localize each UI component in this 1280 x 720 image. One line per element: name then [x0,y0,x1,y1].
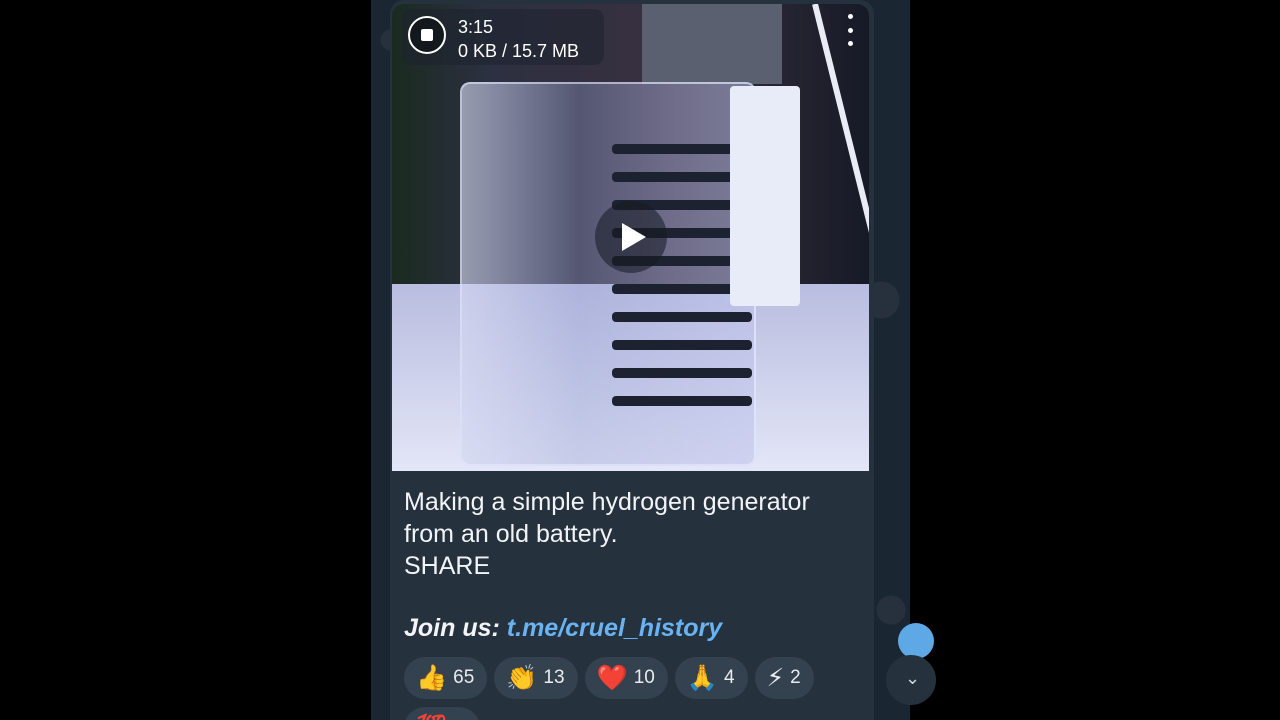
electrode-plate [612,368,752,378]
stop-download-icon[interactable] [408,16,446,54]
reaction-clap[interactable]: 👏 13 [494,657,578,699]
channel-link[interactable]: t.me/cruel_history [507,614,722,642]
video-frame-glass [460,82,756,466]
reaction-pray[interactable]: 🙏 4 [674,657,748,699]
thumbs-up-icon: 👍 [416,663,448,692]
video-frame-object [642,4,782,84]
video-frame-battery-holder [730,86,800,306]
caption-line: SHARE [404,552,491,580]
reaction-thumbs-up[interactable]: 👍 65 [404,657,488,699]
video-status-text: 3:15 0 KB / 15.7 MB [458,15,579,63]
reaction-count: 65 [453,667,475,688]
play-button[interactable] [595,201,667,273]
video-player[interactable]: 3:15 0 KB / 15.7 MB [392,4,869,471]
clap-icon: 👏 [506,663,538,692]
caption-line: Making a simple hydrogen generator [404,488,810,516]
electrode-plate [612,396,752,406]
join-label: Join us: [404,614,500,642]
more-options-icon[interactable] [845,14,855,46]
join-line: Join us: t.me/cruel_history [404,612,722,644]
reaction-count: 10 [633,667,655,688]
reactions-row: 👍 65 👏 13 ❤️ 10 🙏 4 ⚡ 2 [404,657,814,699]
phone-screen: 3:15 0 KB / 15.7 MB Making a simple hydr… [371,0,910,720]
heart-icon: ❤️ [596,663,628,692]
video-download-progress: 0 KB / 15.7 MB [458,41,580,61]
reaction-count: 13 [543,667,565,688]
reaction-lightning[interactable]: ⚡ 2 [754,657,814,699]
mention-indicator[interactable] [898,623,934,659]
electrode-plate [612,340,752,350]
hundred-icon: 💯 [416,714,447,720]
video-status-pill: 3:15 0 KB / 15.7 MB [402,9,604,65]
lightning-icon: ⚡ [766,664,785,692]
chevron-down-icon: ⌄ [905,668,921,688]
reaction-hundred[interactable]: 💯 [404,707,480,720]
caption-line: from an old battery. [404,520,618,548]
pray-icon: 🙏 [686,663,718,692]
reaction-count: 4 [723,667,735,688]
electrode-plate [612,312,752,322]
video-duration: 3:15 [458,17,494,37]
message-caption: Making a simple hydrogen generator from … [404,486,864,582]
reaction-count: 2 [790,667,801,688]
reaction-heart[interactable]: ❤️ 10 [584,657,668,699]
message-bubble[interactable]: 3:15 0 KB / 15.7 MB Making a simple hydr… [390,0,874,720]
play-icon [621,223,646,251]
